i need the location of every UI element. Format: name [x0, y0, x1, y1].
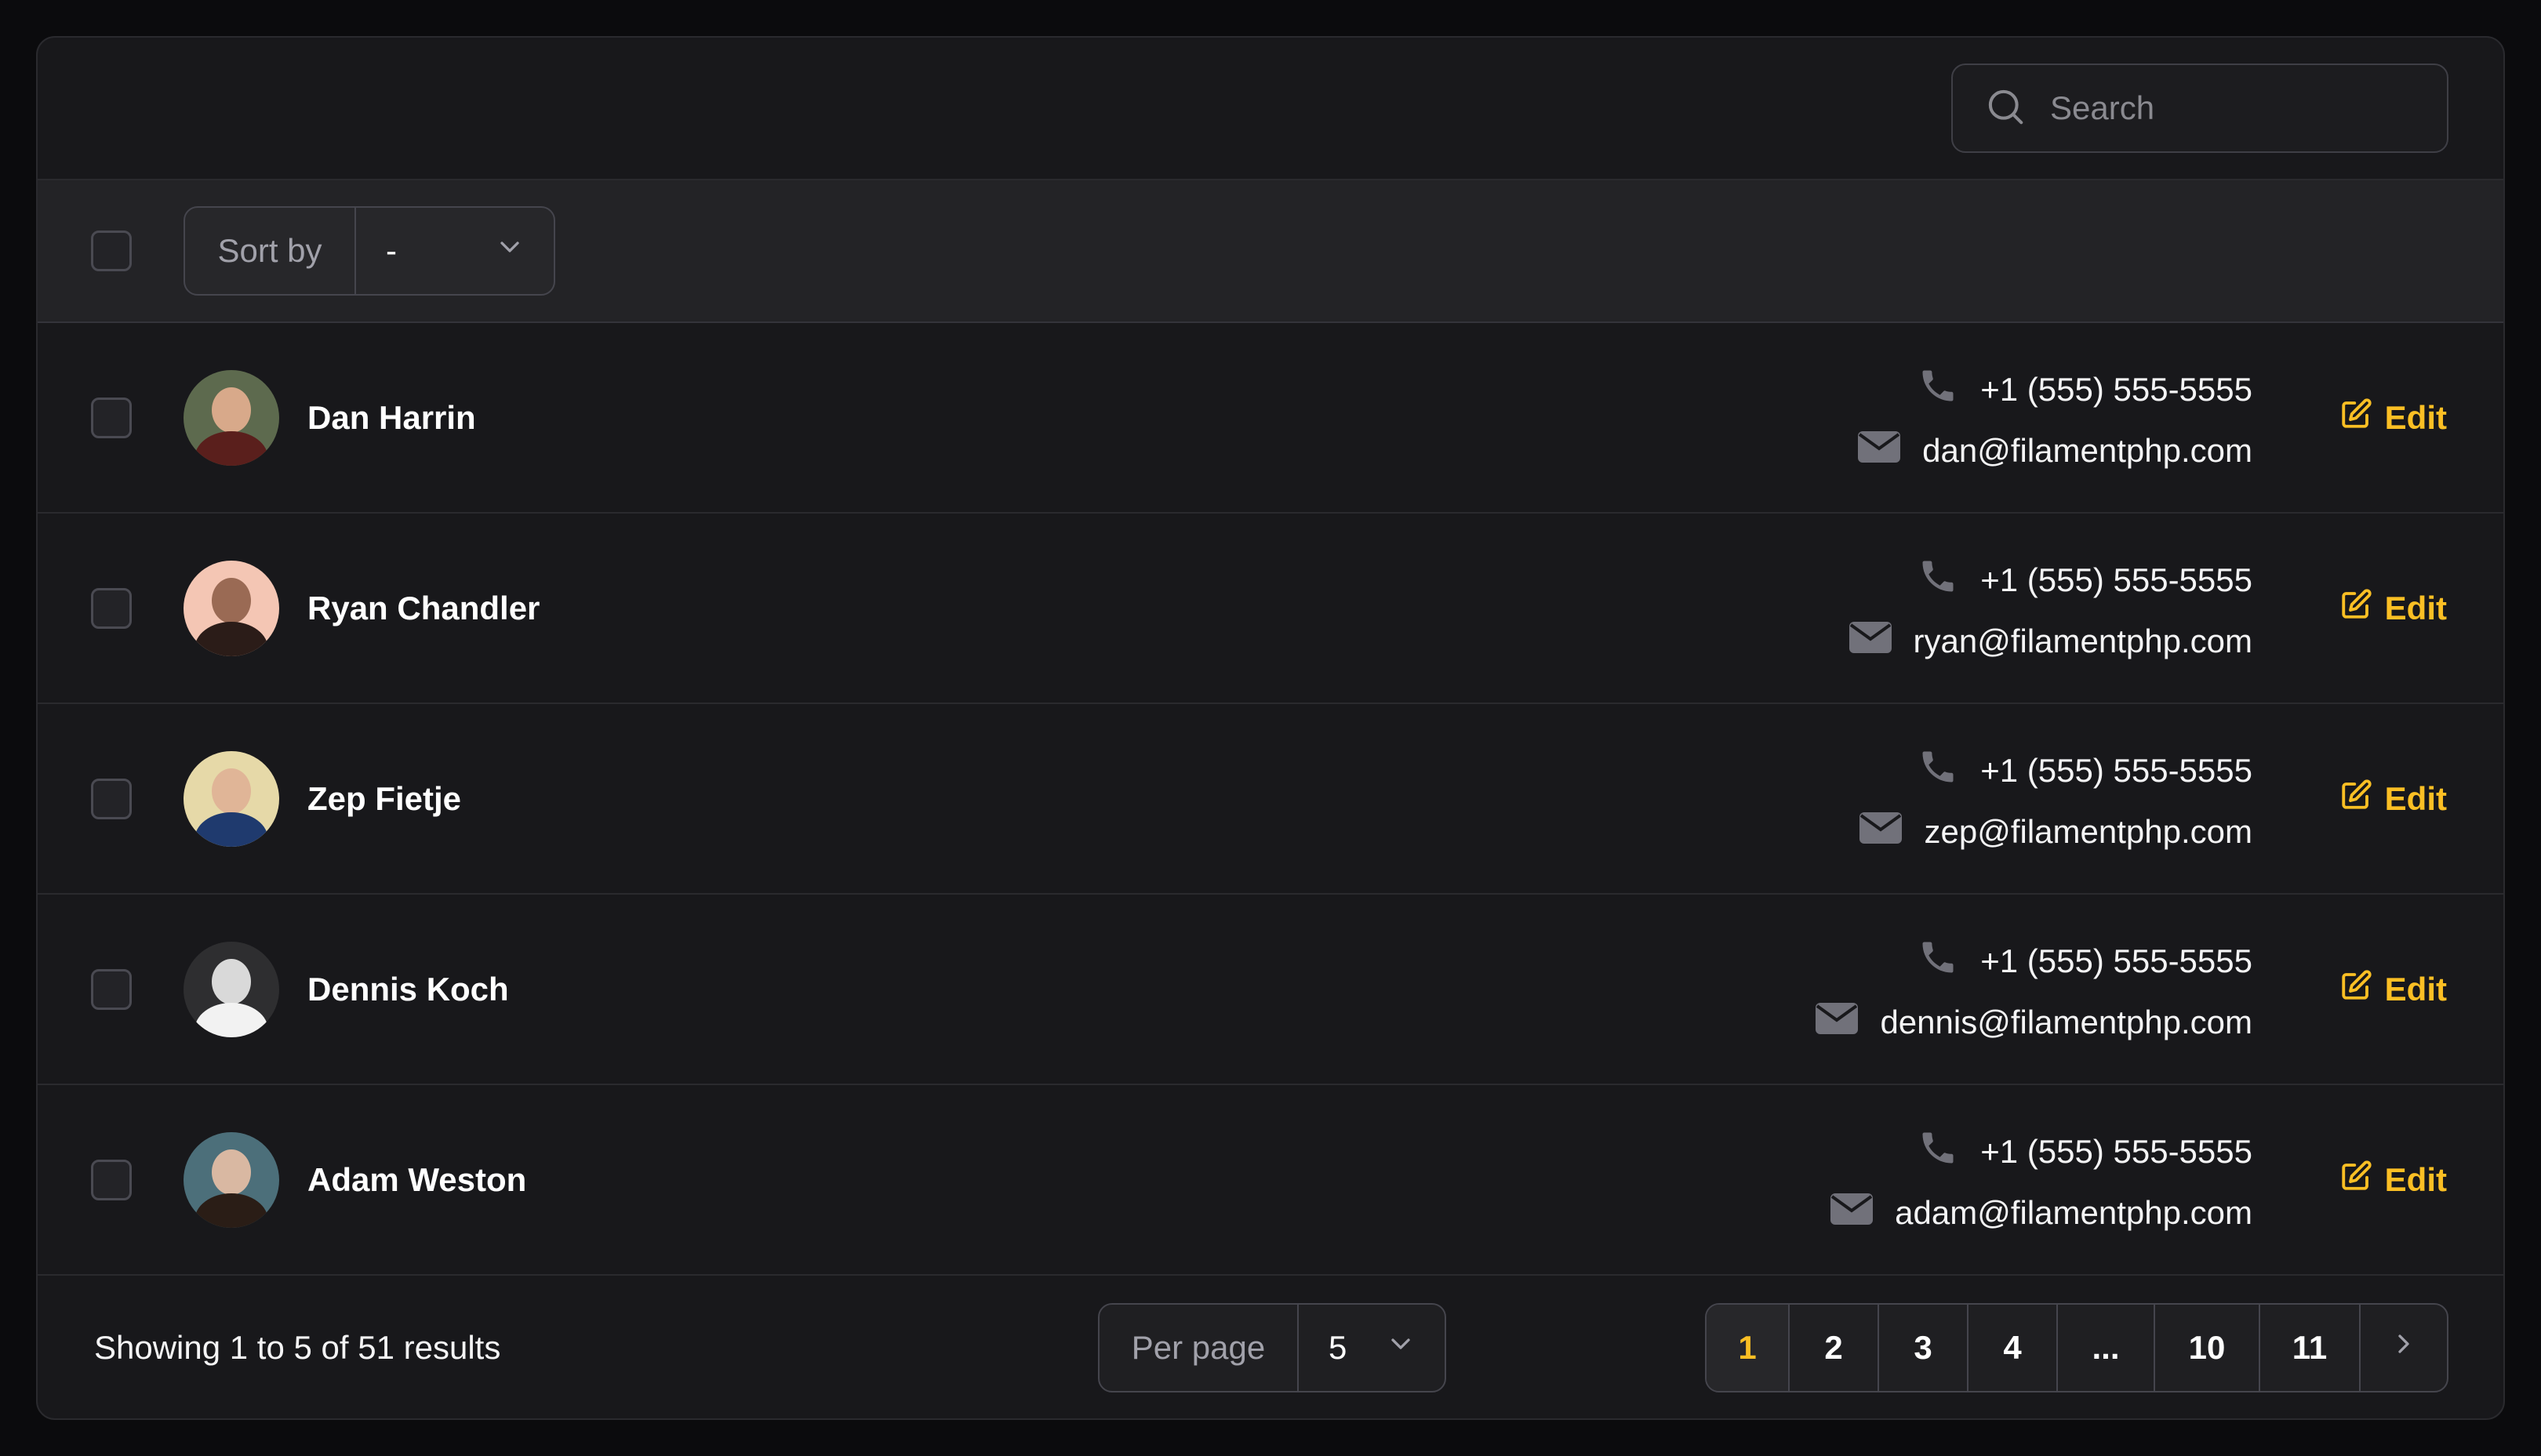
sort-label: Sort by: [185, 208, 356, 294]
per-page-dropdown[interactable]: 5: [1299, 1328, 1445, 1367]
table-row: Dennis Koch +1 (555) 555-5555 dennis@fil…: [38, 895, 2503, 1085]
edit-button[interactable]: Edit: [2339, 323, 2447, 512]
sort-select[interactable]: Sort by -: [184, 206, 555, 296]
phone-number: +1 (555) 555-5555: [1980, 751, 2252, 789]
edit-label: Edit: [2384, 589, 2447, 626]
user-name: Dennis Koch: [307, 970, 509, 1008]
mail-icon: [1858, 430, 1922, 470]
edit-label: Edit: [2384, 398, 2447, 436]
mail-icon: [1816, 1002, 1880, 1042]
table-footer: Showing 1 to 5 of 51 results Per page 5 …: [38, 1276, 2503, 1418]
avatar: [184, 1131, 279, 1228]
email-address: zep@filamentphp.com: [1924, 812, 2252, 850]
mail-icon: [1848, 621, 1914, 661]
phone-number: +1 (555) 555-5555: [1980, 561, 2252, 598]
pagination: 1 2 3 4 ... 10 11: [1705, 1302, 2448, 1392]
page-button-2[interactable]: 2: [1790, 1304, 1879, 1391]
phone-icon: [1918, 746, 1980, 795]
page-button-1[interactable]: 1: [1707, 1304, 1790, 1391]
select-all-checkbox[interactable]: [91, 231, 132, 271]
email-address: ryan@filamentphp.com: [1913, 622, 2253, 659]
row-checkbox[interactable]: [91, 1159, 132, 1200]
phone-icon: [1918, 937, 1980, 986]
edit-icon: [2339, 779, 2385, 819]
users-table-card: Sort by - Dan Harrin +1 (555) 555-5555 d…: [36, 36, 2505, 1420]
contact-info: +1 (555) 555-5555 zep@filamentphp.com: [1859, 704, 2252, 893]
edit-label: Edit: [2384, 1160, 2447, 1198]
mail-icon: [1859, 812, 1924, 851]
page-button-3[interactable]: 3: [1879, 1304, 1968, 1391]
table-row: Zep Fietje +1 (555) 555-5555 zep@filamen…: [38, 704, 2503, 895]
page-ellipsis: ...: [2058, 1304, 2155, 1391]
phone-icon: [1918, 556, 1980, 605]
row-checkbox[interactable]: [91, 778, 132, 819]
contact-info: +1 (555) 555-5555 dan@filamentphp.com: [1858, 323, 2252, 512]
user-name: Adam Weston: [307, 1160, 527, 1198]
edit-icon: [2339, 398, 2385, 438]
search-box[interactable]: [1951, 64, 2448, 153]
contact-info: +1 (555) 555-5555 dennis@filamentphp.com: [1816, 895, 2252, 1084]
edit-label: Edit: [2384, 779, 2447, 817]
page-button-11[interactable]: 11: [2260, 1304, 2361, 1391]
results-summary: Showing 1 to 5 of 51 results: [94, 1328, 501, 1366]
per-page-label: Per page: [1100, 1304, 1299, 1391]
email-address: dan@filamentphp.com: [1922, 431, 2252, 469]
chevron-down-icon: [494, 231, 525, 271]
chevron-right-icon: [2388, 1328, 2419, 1367]
sort-value: -: [386, 232, 397, 269]
edit-button[interactable]: Edit: [2339, 1085, 2447, 1274]
edit-button[interactable]: Edit: [2339, 895, 2447, 1084]
bulk-action-bar: Sort by -: [38, 180, 2503, 323]
sort-dropdown[interactable]: -: [356, 231, 554, 271]
email-address: dennis@filamentphp.com: [1880, 1003, 2252, 1040]
page-button-4[interactable]: 4: [1968, 1304, 2058, 1391]
contact-info: +1 (555) 555-5555 ryan@filamentphp.com: [1848, 514, 2253, 703]
phone-icon: [1918, 1127, 1980, 1176]
table-row: Adam Weston +1 (555) 555-5555 adam@filam…: [38, 1085, 2503, 1276]
page-button-10[interactable]: 10: [2155, 1304, 2260, 1391]
per-page-value: 5: [1329, 1328, 1347, 1366]
edit-icon: [2339, 969, 2385, 1010]
search-icon: [1984, 85, 2027, 132]
phone-number: +1 (555) 555-5555: [1980, 1132, 2252, 1170]
row-checkbox[interactable]: [91, 587, 132, 629]
avatar: [184, 750, 279, 847]
edit-button[interactable]: Edit: [2339, 514, 2447, 703]
avatar: [184, 941, 279, 1037]
edit-icon: [2339, 588, 2385, 629]
edit-button[interactable]: Edit: [2339, 704, 2447, 893]
row-checkbox[interactable]: [91, 397, 132, 438]
user-name: Ryan Chandler: [307, 589, 540, 626]
edit-label: Edit: [2384, 970, 2447, 1008]
row-checkbox[interactable]: [91, 968, 132, 1010]
user-name: Dan Harrin: [307, 398, 476, 436]
search-input[interactable]: [2050, 89, 2411, 127]
chevron-down-icon: [1385, 1328, 1416, 1367]
user-name: Zep Fietje: [307, 779, 462, 817]
contact-info: +1 (555) 555-5555 adam@filamentphp.com: [1830, 1085, 2252, 1274]
table-header-bar: [38, 38, 2503, 180]
avatar: [184, 560, 279, 656]
table-row: Dan Harrin +1 (555) 555-5555 dan@filamen…: [38, 323, 2503, 514]
phone-number: +1 (555) 555-5555: [1980, 370, 2252, 408]
phone-number: +1 (555) 555-5555: [1980, 942, 2252, 979]
edit-icon: [2339, 1160, 2385, 1200]
table-row: Ryan Chandler +1 (555) 555-5555 ryan@fil…: [38, 514, 2503, 704]
next-page-button[interactable]: [2361, 1305, 2447, 1391]
per-page-select[interactable]: Per page 5: [1098, 1302, 1446, 1392]
email-address: adam@filamentphp.com: [1895, 1193, 2252, 1231]
mail-icon: [1830, 1193, 1895, 1233]
avatar: [184, 369, 279, 466]
phone-icon: [1918, 365, 1980, 414]
